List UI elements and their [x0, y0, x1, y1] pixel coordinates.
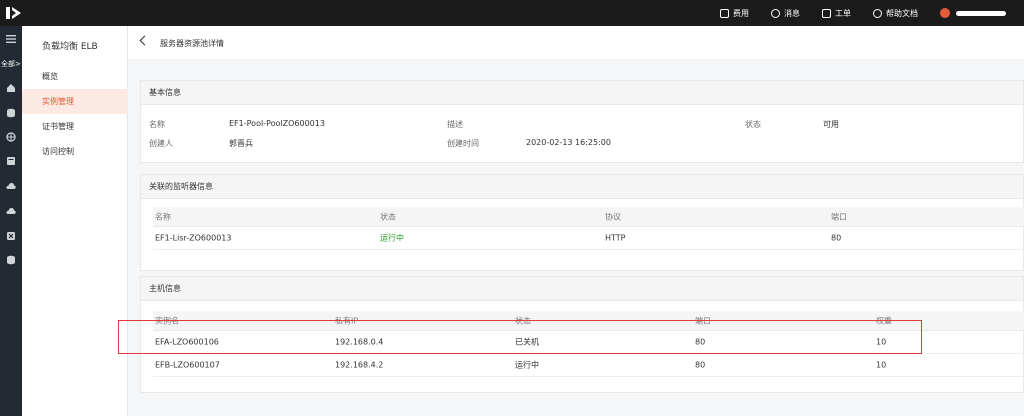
listener-name: EF1-Lisr-ZO600013: [155, 233, 232, 243]
col-name: 名称: [155, 212, 171, 221]
security-icon[interactable]: [6, 231, 16, 241]
basic-info-panel: 基本信息 名称 EF1-Pool-PoolZO600013 描述 状态 可用 创…: [140, 80, 1024, 163]
name-label: 名称: [149, 120, 165, 129]
billing-label: 费用: [733, 8, 749, 18]
listener-protocol: HTTP: [605, 233, 626, 243]
host-instance-name: EFB-LZO600107: [155, 360, 220, 370]
host-weight: 10: [876, 360, 887, 370]
page-title: 服务器资源池详情: [160, 39, 224, 48]
highlight-box: [118, 320, 922, 354]
basic-info-title: 基本信息: [141, 81, 1023, 105]
table-row[interactable]: EF1-Lisr-ZO600013 运行中 HTTP 80: [153, 227, 1024, 250]
product-sidebar: 负载均衡 ELB 概览 实例管理 证书管理 访问控制: [22, 26, 128, 416]
all-products-link[interactable]: 全部>: [1, 59, 21, 69]
cloud-icon[interactable]: [6, 206, 16, 216]
sidebar-item-instances[interactable]: 实例管理: [22, 89, 128, 114]
status-value: 可用: [823, 120, 839, 129]
created-time-value: 2020-02-13 16:25:00: [526, 138, 611, 147]
billing-link[interactable]: 费用: [720, 8, 749, 19]
database-icon[interactable]: [6, 108, 16, 118]
page-header: 服务器资源池详情: [128, 26, 1024, 59]
listener-panel-title: 关联的监听器信息: [141, 175, 1023, 199]
avatar: [940, 8, 950, 18]
listener-status: 运行中: [380, 233, 404, 243]
message-label: 消息: [784, 8, 800, 18]
host-status: 运行中: [515, 360, 539, 370]
col-protocol: 协议: [605, 212, 621, 221]
top-bar: 费用 消息 工单 帮助文档: [0, 0, 1024, 26]
storage-icon[interactable]: [6, 156, 16, 166]
redacted-username: [956, 10, 1006, 16]
ticket-icon: [822, 8, 831, 18]
listener-table-header: 名称 状态 协议 端口: [153, 207, 1024, 227]
brand-logo[interactable]: [4, 4, 24, 22]
help-label: 帮助文档: [886, 8, 918, 18]
table-row[interactable]: EFB-LZO600107 192.168.4.2 运行中 80 10: [153, 354, 1024, 377]
status-label: 状态: [745, 120, 761, 129]
menu-icon[interactable]: [6, 34, 16, 44]
creator-label: 创建人: [149, 139, 173, 148]
listener-panel: 关联的监听器信息 名称 状态 协议 端口 EF1-Lisr-ZO600013 运…: [140, 174, 1024, 271]
name-value: EF1-Pool-PoolZO600013: [229, 119, 325, 128]
layers-icon[interactable]: [6, 255, 16, 265]
home-icon[interactable]: [6, 83, 16, 93]
host-port: 80: [695, 360, 706, 370]
col-status: 状态: [380, 212, 396, 221]
sidebar-menu: 概览 实例管理 证书管理 访问控制: [22, 64, 128, 164]
message-icon: [771, 8, 780, 18]
help-icon: [873, 8, 882, 18]
network-icon[interactable]: [6, 132, 16, 142]
creator-value: 郭晋兵: [229, 139, 253, 148]
message-link[interactable]: 消息: [771, 8, 800, 19]
col-port: 端口: [831, 212, 847, 221]
listener-table: 名称 状态 协议 端口 EF1-Lisr-ZO600013 运行中 HTTP 8…: [153, 207, 1024, 250]
ticket-label: 工单: [835, 8, 851, 18]
host-panel-title: 主机信息: [141, 277, 1023, 301]
help-link[interactable]: 帮助文档: [873, 8, 918, 19]
listener-port: 80: [831, 233, 842, 243]
ticket-link[interactable]: 工单: [822, 8, 851, 19]
cloud-upload-icon[interactable]: [6, 181, 16, 191]
back-arrow-icon[interactable]: [139, 35, 150, 46]
sidebar-title: 负载均衡 ELB: [42, 42, 98, 52]
billing-icon: [720, 8, 729, 18]
host-private-ip: 192.168.4.2: [335, 360, 384, 370]
sidebar-item-access-control[interactable]: 访问控制: [22, 139, 128, 164]
top-nav: 费用 消息 工单 帮助文档: [720, 0, 1024, 26]
sidebar-item-overview[interactable]: 概览: [22, 64, 128, 89]
user-menu[interactable]: [940, 8, 1024, 18]
main-content: 服务器资源池详情 基本信息 名称 EF1-Pool-PoolZO600013 描…: [128, 26, 1024, 416]
created-time-label: 创建时间: [447, 139, 479, 148]
sidebar-item-certificates[interactable]: 证书管理: [22, 114, 128, 139]
icon-rail: 全部>: [0, 26, 22, 416]
description-label: 描述: [447, 120, 463, 129]
